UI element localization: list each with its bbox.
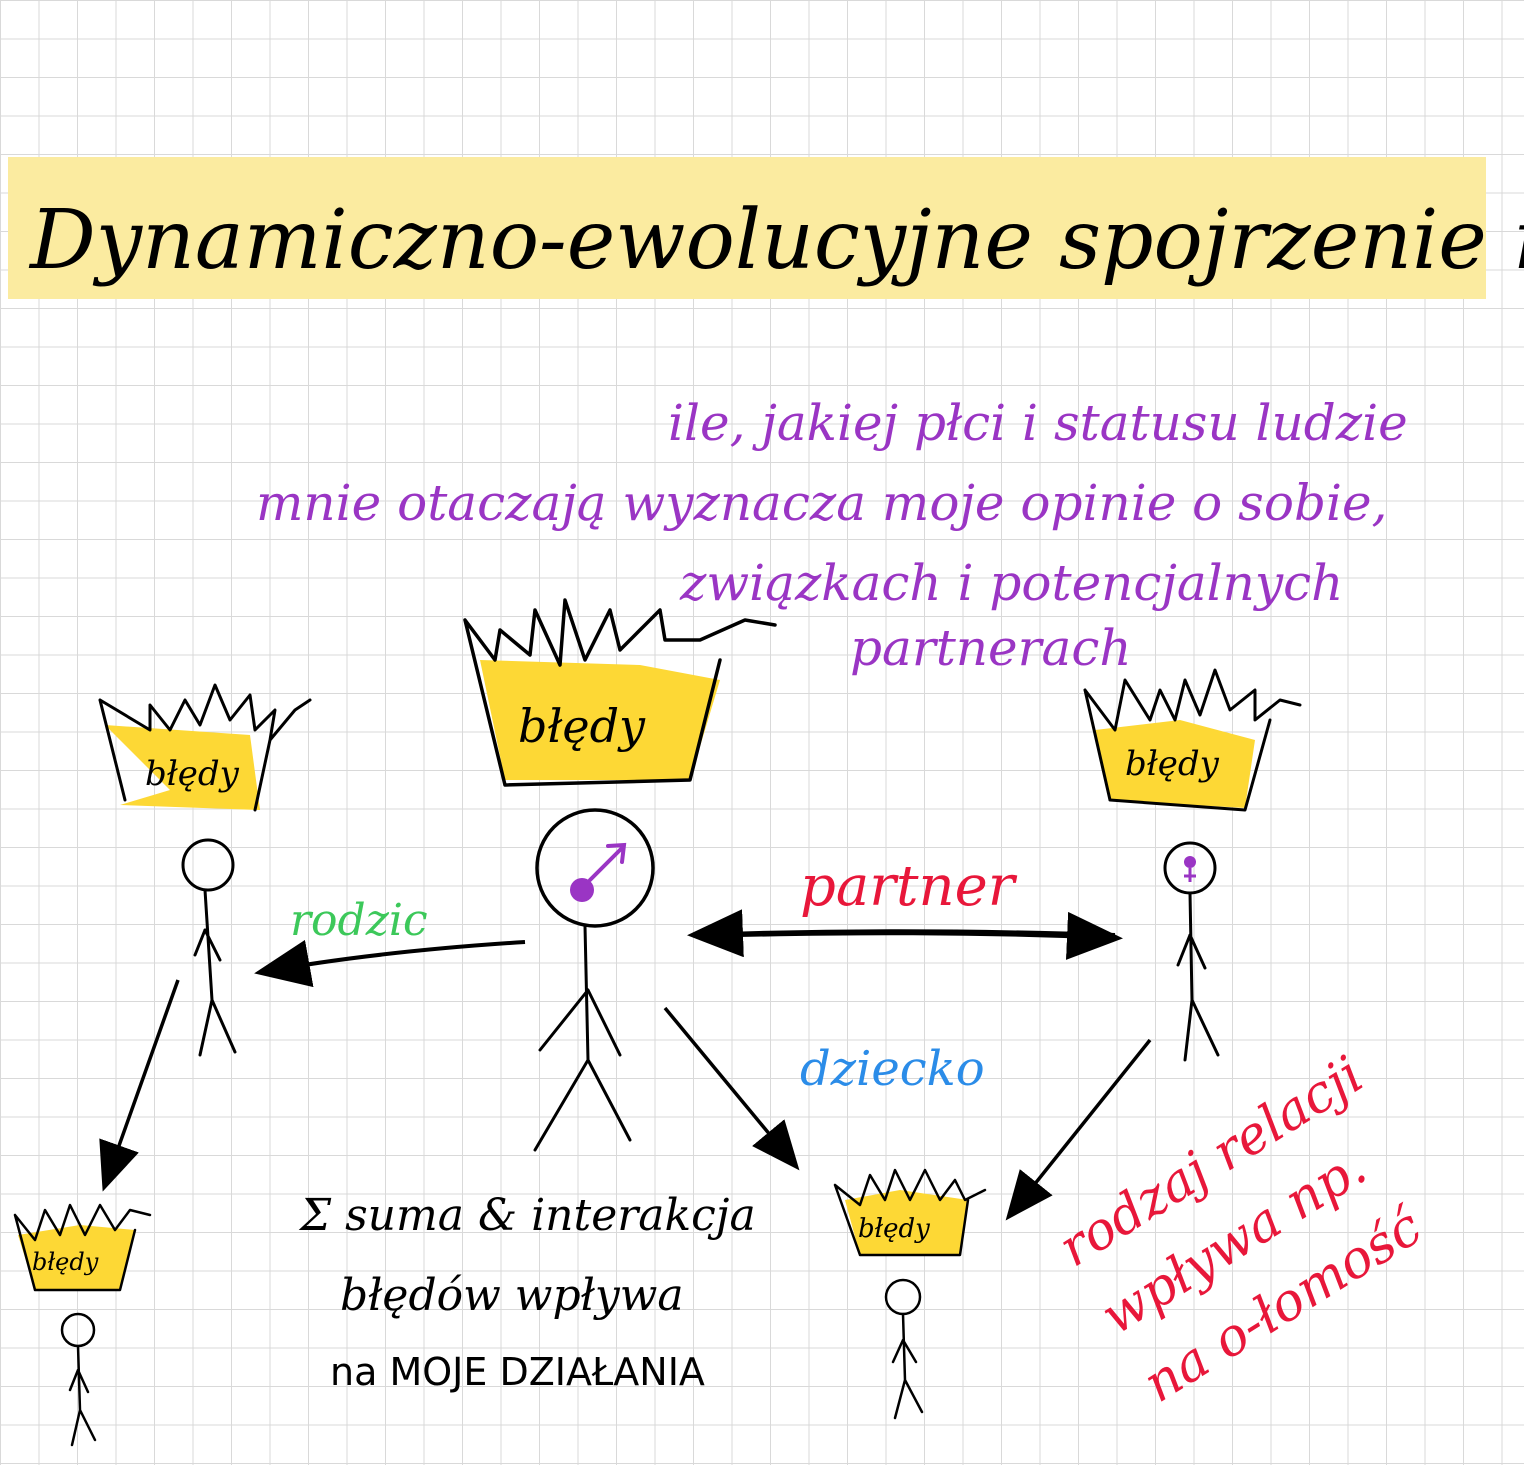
crown-label: błędy	[1125, 744, 1220, 784]
male-symbol-icon	[570, 842, 627, 902]
relation-child-label: dziecko	[800, 1041, 985, 1097]
relationship-diagram: Dynamiczno-ewolucyjne spojrzenie na miło…	[8, 157, 1524, 1447]
figure-parent: błędy	[98, 683, 312, 1057]
relation-partner-label: partner	[800, 854, 1018, 919]
sum-note-line-1: Σ suma & interakcja	[298, 1190, 756, 1241]
title: Dynamiczno-ewolucyjne spojrzenie na miło…	[28, 193, 1524, 288]
arrow-me-to-parent	[254, 939, 526, 988]
arrow-me-to-child	[663, 1006, 800, 1171]
arrow-me-to-partner	[699, 911, 1123, 960]
figure-partner: błędy	[1083, 668, 1302, 1062]
arrows	[99, 909, 1152, 1221]
female-symbol-icon	[1184, 856, 1196, 882]
crown-label: błędy	[32, 1248, 99, 1276]
crown-icon: błędy	[463, 598, 777, 787]
subtitle-line-1: ile, jakiej płci i statusu ludzie	[668, 394, 1408, 452]
sum-note-line-2: błędów wpływa	[340, 1270, 684, 1321]
crown-icon: błędy	[13, 1203, 152, 1292]
relation-parent-label: rodzic	[290, 895, 428, 946]
subtitle-line-3: związkach i potencjalnych	[679, 554, 1343, 612]
subtitle-line-2: mnie otaczają wyznacza moje opinie o sob…	[256, 474, 1387, 532]
crown-label: błędy	[858, 1214, 930, 1244]
arrow-parent-to-sibling-child	[99, 979, 180, 1192]
relation-note: rodzaj relacji wpływa np. na o-łomość	[1049, 1045, 1433, 1415]
figure-sibling-child: błędy	[13, 1203, 152, 1447]
crown-label: błędy	[518, 699, 646, 753]
figure-me: błędy	[463, 598, 777, 1152]
figure-child: błędy	[833, 1168, 987, 1420]
sum-note-line-3: na MOJE DZIAŁANIA	[330, 1350, 705, 1394]
crown-icon: błędy	[98, 683, 312, 812]
crown-icon: błędy	[1083, 668, 1302, 812]
crown-icon: błędy	[833, 1168, 987, 1257]
crown-label: błędy	[145, 754, 240, 794]
subtitle-line-4: partnerach	[850, 619, 1132, 677]
